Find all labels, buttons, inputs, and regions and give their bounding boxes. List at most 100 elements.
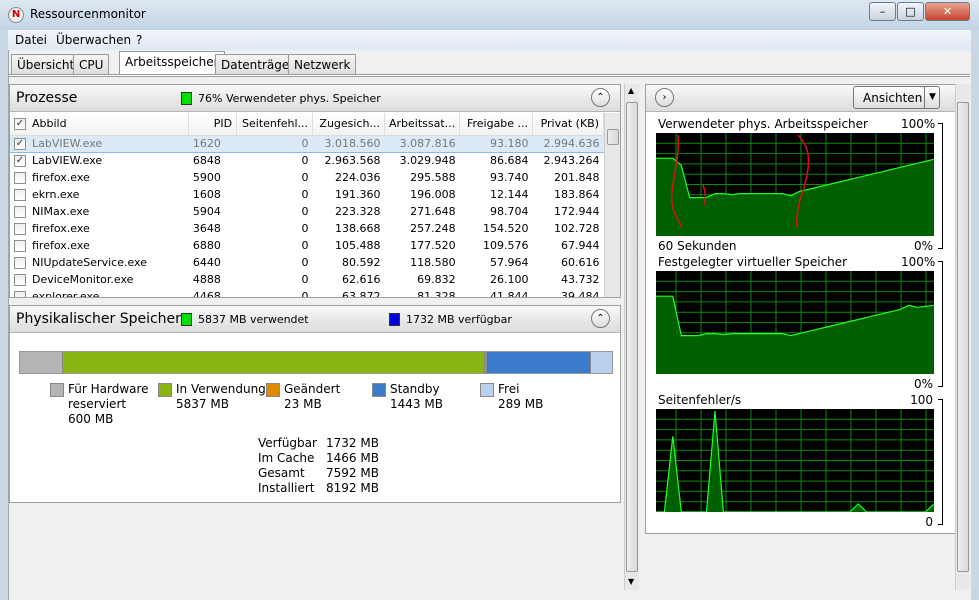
stat-label: Installiert	[258, 481, 315, 495]
graph-line	[656, 410, 934, 512]
process-checkbox[interactable]	[14, 240, 26, 252]
cell-commit: 63.872	[341, 290, 381, 298]
stat-value: 1732 MB	[326, 436, 379, 450]
tab-cpu[interactable]: CPU	[73, 54, 110, 74]
scroll-up-icon[interactable]: ▲	[628, 86, 634, 95]
collapse-icon[interactable]: ⌃	[591, 309, 610, 328]
column-label: PID	[213, 117, 233, 131]
table-row[interactable]: DeviceMonitor.exe 4888 0 62.616 69.832 26.100…	[10, 271, 604, 288]
process-checkbox[interactable]	[14, 223, 26, 235]
process-checkbox[interactable]	[14, 257, 26, 269]
cell-commit: 105.488	[334, 239, 381, 252]
legend-value: 23 MB	[284, 397, 322, 411]
legend-swatch	[158, 383, 172, 397]
cell-pid: 6440	[192, 256, 221, 269]
table-row[interactable]: ✓ LabVIEW.exe 1620 0 3.018.560 3.087.816 93.18…	[10, 134, 604, 153]
cell-ws: 196.008	[410, 188, 456, 201]
column-header[interactable]: ✓ Abbild	[10, 113, 190, 136]
memory-bar	[19, 351, 613, 374]
legend-swatch	[372, 383, 386, 397]
process-checkbox[interactable]	[14, 274, 26, 286]
cell-share: 98.704	[490, 205, 529, 218]
maximize-button[interactable]: □	[897, 2, 924, 21]
stat-row: Verfügbar 1732 MB	[258, 436, 379, 451]
table-row[interactable]: ✓ LabVIEW.exe 6848 0 2.963.568 3.029.948 86.68…	[10, 152, 604, 169]
scrollbar-thumb[interactable]	[957, 102, 969, 572]
memory-bar-segment	[591, 352, 612, 373]
legend-item: In Verwendung 5837 MB	[176, 382, 266, 412]
scrollbar-thumb[interactable]	[607, 129, 619, 145]
graph-min: 0	[925, 515, 933, 529]
tab-netzwerk[interactable]: Netzwerk	[288, 54, 357, 74]
right-scrollbar[interactable]	[955, 84, 970, 590]
column-header[interactable]: Freigabe ...	[459, 113, 534, 136]
menu-datei[interactable]: Datei	[15, 33, 47, 47]
process-checkbox[interactable]	[14, 291, 26, 297]
collapse-icon[interactable]: ⌃	[591, 88, 610, 107]
cell-ws: 81.328	[417, 290, 456, 298]
cell-ws: 271.648	[410, 205, 456, 218]
process-checkbox[interactable]	[14, 189, 26, 201]
menu-bar	[8, 30, 971, 50]
table-row[interactable]: explorer.exe 4468 0 63.872 81.328 41.844 39.48…	[10, 288, 604, 298]
stat-value: 7592 MB	[326, 466, 379, 480]
stat-row: Gesamt 7592 MB	[258, 466, 379, 481]
scroll-down-icon[interactable]: ▼	[628, 577, 634, 586]
minimize-button[interactable]: –	[869, 2, 896, 21]
process-name-cell: NIMax.exe	[10, 203, 189, 220]
column-header[interactable]: Privat (KB)	[532, 113, 604, 136]
column-header[interactable]: Arbeitssat...	[384, 113, 461, 136]
memory-indicator-text: 76% Verwendeter phys. Speicher	[198, 92, 381, 105]
menu-ueberwachen[interactable]: Überwachen	[56, 33, 131, 47]
process-scrollbar[interactable]	[604, 113, 620, 297]
stat-label: Im Cache	[258, 451, 315, 465]
column-label: Zugesich...	[319, 117, 380, 131]
processes-section: Prozesse 76% Verwendeter phys. Speicher …	[9, 84, 621, 298]
tab-arbeitsspeicher[interactable]: Arbeitsspeicher	[119, 51, 225, 75]
process-table-area: ✓ Abbild PID Seitenfehl... Zugesich... Arbeit…	[10, 113, 604, 298]
table-row[interactable]: NIMax.exe 5904 0 223.328 271.648 98.704 172.94…	[10, 203, 604, 220]
column-header[interactable]: Zugesich...	[312, 113, 385, 136]
tab-uebersicht[interactable]: Übersicht	[11, 54, 81, 74]
process-name: NIMax.exe	[32, 205, 90, 218]
process-checkbox[interactable]	[14, 172, 26, 184]
cell-ws: 257.248	[410, 222, 456, 235]
table-row[interactable]: ekrn.exe 1608 0 191.360 196.008 12.144 183.864	[10, 186, 604, 203]
process-name: ekrn.exe	[32, 188, 80, 201]
scrollbar-thumb[interactable]	[626, 102, 638, 572]
process-checkbox[interactable]	[14, 206, 26, 218]
cell-share: 41.844	[490, 290, 529, 298]
cell-faults: 0	[301, 154, 309, 168]
process-checkbox[interactable]: ✓	[14, 138, 26, 150]
expand-arrow-icon[interactable]: ›	[655, 88, 674, 107]
stat-value: 8192 MB	[326, 481, 379, 495]
cell-ws: 69.832	[417, 273, 456, 286]
cell-pid: 4468	[192, 290, 221, 298]
table-row[interactable]: firefox.exe 3648 0 138.668 257.248 154.520 102…	[10, 220, 604, 237]
physical-header[interactable]: Physikalischer Speicher 5837 MB verwende…	[10, 306, 620, 333]
menu-help[interactable]: ?	[136, 33, 142, 47]
legend-item: Standby 1443 MB	[390, 382, 443, 412]
graph-3	[656, 409, 934, 512]
graph-max: 100	[910, 393, 933, 407]
column-header[interactable]: Seitenfehl...	[236, 113, 314, 136]
select-all-checkbox[interactable]: ✓	[14, 118, 26, 131]
memory-bar-segment	[20, 352, 64, 373]
left-scrollbar[interactable]: ▲ ▼	[624, 84, 639, 590]
table-row[interactable]: NIUpdateService.exe 6440 0 80.592 118.580 57.…	[10, 254, 604, 271]
process-name: LabVIEW.exe	[32, 154, 103, 168]
processes-header[interactable]: Prozesse 76% Verwendeter phys. Speicher …	[10, 85, 620, 112]
process-name-cell: firefox.exe	[10, 169, 189, 186]
close-button[interactable]: ✕	[925, 2, 970, 21]
graph-1	[656, 133, 934, 236]
processes-title: Prozesse	[16, 90, 78, 106]
table-row[interactable]: firefox.exe 5900 0 224.036 295.588 93.740 201.…	[10, 169, 604, 186]
table-row[interactable]: firefox.exe 6880 0 105.488 177.520 109.576 67.…	[10, 237, 604, 254]
cell-ws: 177.520	[410, 239, 456, 252]
cell-pid: 4888	[192, 273, 221, 286]
column-header[interactable]: PID	[188, 113, 238, 136]
process-name-cell: NIUpdateService.exe	[10, 254, 189, 271]
views-dropdown-icon[interactable]: ▼	[924, 86, 940, 109]
process-checkbox[interactable]: ✓	[14, 155, 26, 168]
cell-priv: 183.864	[554, 188, 600, 201]
